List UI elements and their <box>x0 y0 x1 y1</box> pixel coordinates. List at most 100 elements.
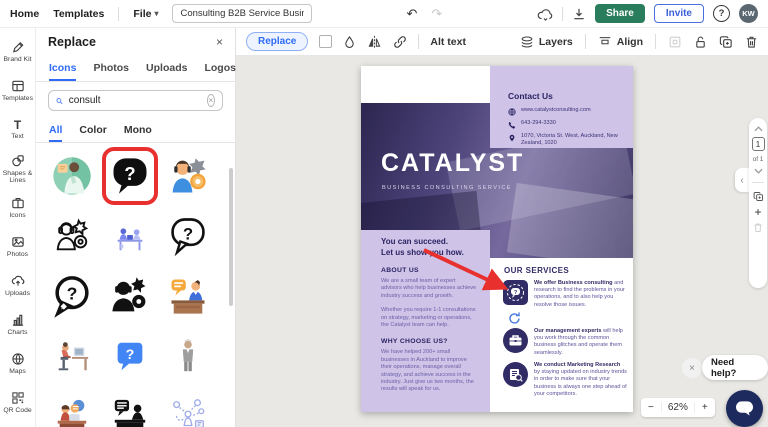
redo-icon[interactable]: ↷ <box>431 6 442 22</box>
share-button[interactable]: Share <box>595 4 645 23</box>
undo-icon[interactable]: ↶ <box>406 6 417 22</box>
sidebar-item-qr-code[interactable]: QR Code <box>0 383 36 422</box>
fill-color-swatch[interactable] <box>319 35 333 48</box>
duplicate-page-icon[interactable] <box>753 191 764 202</box>
collapse-panel-tab[interactable]: ‹ <box>735 168 749 192</box>
letter-t-icon: T <box>13 118 22 132</box>
alt-text-button[interactable]: Alt text <box>430 36 466 48</box>
filter-color[interactable]: Color <box>79 119 106 142</box>
sidebar-item-uploads[interactable]: Uploads <box>0 266 36 305</box>
qr-code-icon <box>11 392 24 404</box>
filter-mono[interactable]: Mono <box>124 119 152 142</box>
icon-result-question-speech-bubble-blue[interactable]: ? <box>102 327 158 385</box>
icon-result-question-speech-bubble-solid[interactable]: ? <box>102 147 158 205</box>
zoom-in-button[interactable]: + <box>695 402 715 413</box>
icon-result-team-meeting-illustration[interactable] <box>102 207 158 265</box>
sidebar-item-charts[interactable]: Charts <box>0 305 36 344</box>
design-canvas[interactable]: Contact Us www.catalystconsulting.com 64… <box>236 56 768 427</box>
sidebar-item-photos[interactable]: Photos <box>0 227 36 266</box>
tab-photos[interactable]: Photos <box>93 56 129 81</box>
current-page[interactable]: 1 <box>751 137 765 151</box>
about-paragraph-1: We are a small team of expert advisors w… <box>381 278 477 299</box>
icon-result-standing-person-gray[interactable] <box>160 327 216 385</box>
link-icon[interactable] <box>393 35 407 49</box>
duplicate-icon[interactable] <box>719 35 733 49</box>
topbar: Home Templates File ▾ ↶ ↷ Share Invite ?… <box>0 0 768 28</box>
color-droplet-icon[interactable] <box>343 35 356 49</box>
search-box[interactable]: × <box>48 90 223 111</box>
need-help-bubble[interactable]: Need help? <box>702 355 768 380</box>
pen-icon <box>12 42 23 53</box>
tab-uploads[interactable]: Uploads <box>146 56 187 81</box>
file-menu[interactable]: File ▾ <box>133 8 158 20</box>
lock-icon[interactable] <box>694 35 707 49</box>
flyer-page[interactable]: Contact Us www.catalystconsulting.com 64… <box>361 66 633 412</box>
clear-search-icon[interactable]: × <box>206 94 215 107</box>
flip-icon[interactable] <box>367 35 382 49</box>
panel-scrollbar[interactable] <box>229 168 233 306</box>
home-link[interactable]: Home <box>10 8 39 20</box>
divider <box>584 34 586 49</box>
sidebar-item-text[interactable]: T Text <box>0 110 36 149</box>
briefcase-service-icon[interactable] <box>503 328 528 353</box>
replace-button[interactable]: Replace <box>246 32 309 51</box>
tab-icons[interactable]: Icons <box>49 56 77 81</box>
trash-icon[interactable] <box>745 35 758 49</box>
icon-result-desk-speech-bubble-solid[interactable] <box>102 387 158 427</box>
close-icon[interactable]: × <box>216 35 223 49</box>
icon-result-support-agent-solid[interactable] <box>102 267 158 325</box>
icon-result-question-speech-bubble-outline[interactable]: ? <box>160 207 216 265</box>
phone-icon <box>508 121 516 129</box>
icon-result-consultant-person-color[interactable] <box>44 147 100 205</box>
flyer-left-column: You can succeed. Let us show you how. AB… <box>361 230 490 412</box>
icon-result-question-speech-bubble-outline-bold[interactable]: ? <box>44 267 100 325</box>
align-button[interactable]: Align <box>598 35 643 49</box>
group-icon-disabled <box>668 35 682 49</box>
templates-link[interactable]: Templates <box>53 8 104 20</box>
page-down-icon[interactable] <box>753 168 763 174</box>
briefcase-icon <box>11 198 24 209</box>
svg-text:?: ? <box>124 163 135 184</box>
sidebar-item-maps[interactable]: Maps <box>0 344 36 383</box>
chat-launcher-button[interactable] <box>726 390 763 427</box>
zoom-out-button[interactable]: − <box>641 402 661 413</box>
why-heading: WHY CHOOSE US? <box>381 338 448 346</box>
avatar[interactable]: KW <box>739 4 758 23</box>
sidebar-item-brand-kit[interactable]: Brand Kit <box>0 32 36 71</box>
service-bold: Our management experts <box>534 328 602 334</box>
icon-result-person-at-computer-color[interactable] <box>44 327 100 385</box>
sidebar-item-shapes-lines[interactable]: Shapes & Lines <box>0 149 36 188</box>
dismiss-help-icon[interactable]: × <box>682 358 702 378</box>
service-bold: We offer Business consulting <box>534 280 613 286</box>
service-item: Our management experts will help you wor… <box>503 328 627 357</box>
refresh-icon[interactable] <box>507 311 522 326</box>
download-icon[interactable] <box>572 7 586 21</box>
zoom-level[interactable]: 62% <box>660 402 695 413</box>
sidebar-item-templates[interactable]: Templates <box>0 71 36 110</box>
icon-result-support-agent-color[interactable] <box>160 147 216 205</box>
cloud-sync-icon[interactable] <box>537 7 553 21</box>
why-body: We have helped 200+ small businesses in … <box>381 349 474 393</box>
research-service-icon[interactable] <box>503 362 528 387</box>
filter-tabs: All Color Mono <box>36 119 235 143</box>
help-button[interactable]: ? <box>713 5 730 22</box>
cloud-upload-icon <box>11 275 24 286</box>
page-up-icon[interactable] <box>753 126 763 132</box>
context-toolbar: Replace Alt text Layers Align <box>236 28 768 56</box>
icon-result-receptionist-desk-color[interactable] <box>44 387 100 427</box>
filter-all[interactable]: All <box>49 119 63 142</box>
consulting-question-icon[interactable]: ? <box>503 280 528 305</box>
svg-text:?: ? <box>67 283 78 303</box>
document-title-input[interactable] <box>172 4 313 23</box>
sidebar-item-icons[interactable]: Icons <box>0 188 36 227</box>
icon-result-presenter-desk-color[interactable] <box>160 267 216 325</box>
icon-results-grid: ? ? ? ? <box>36 143 235 427</box>
add-page-icon[interactable]: + <box>754 206 761 218</box>
search-input[interactable] <box>68 95 201 106</box>
tab-logos[interactable]: Logos <box>204 56 236 81</box>
icon-result-support-agent-outline[interactable] <box>44 207 100 265</box>
invite-button[interactable]: Invite <box>653 4 704 23</box>
chat-bubble-icon <box>736 401 753 416</box>
icon-result-brainstorm-sketch-light[interactable] <box>160 387 216 427</box>
layers-button[interactable]: Layers <box>520 35 573 49</box>
